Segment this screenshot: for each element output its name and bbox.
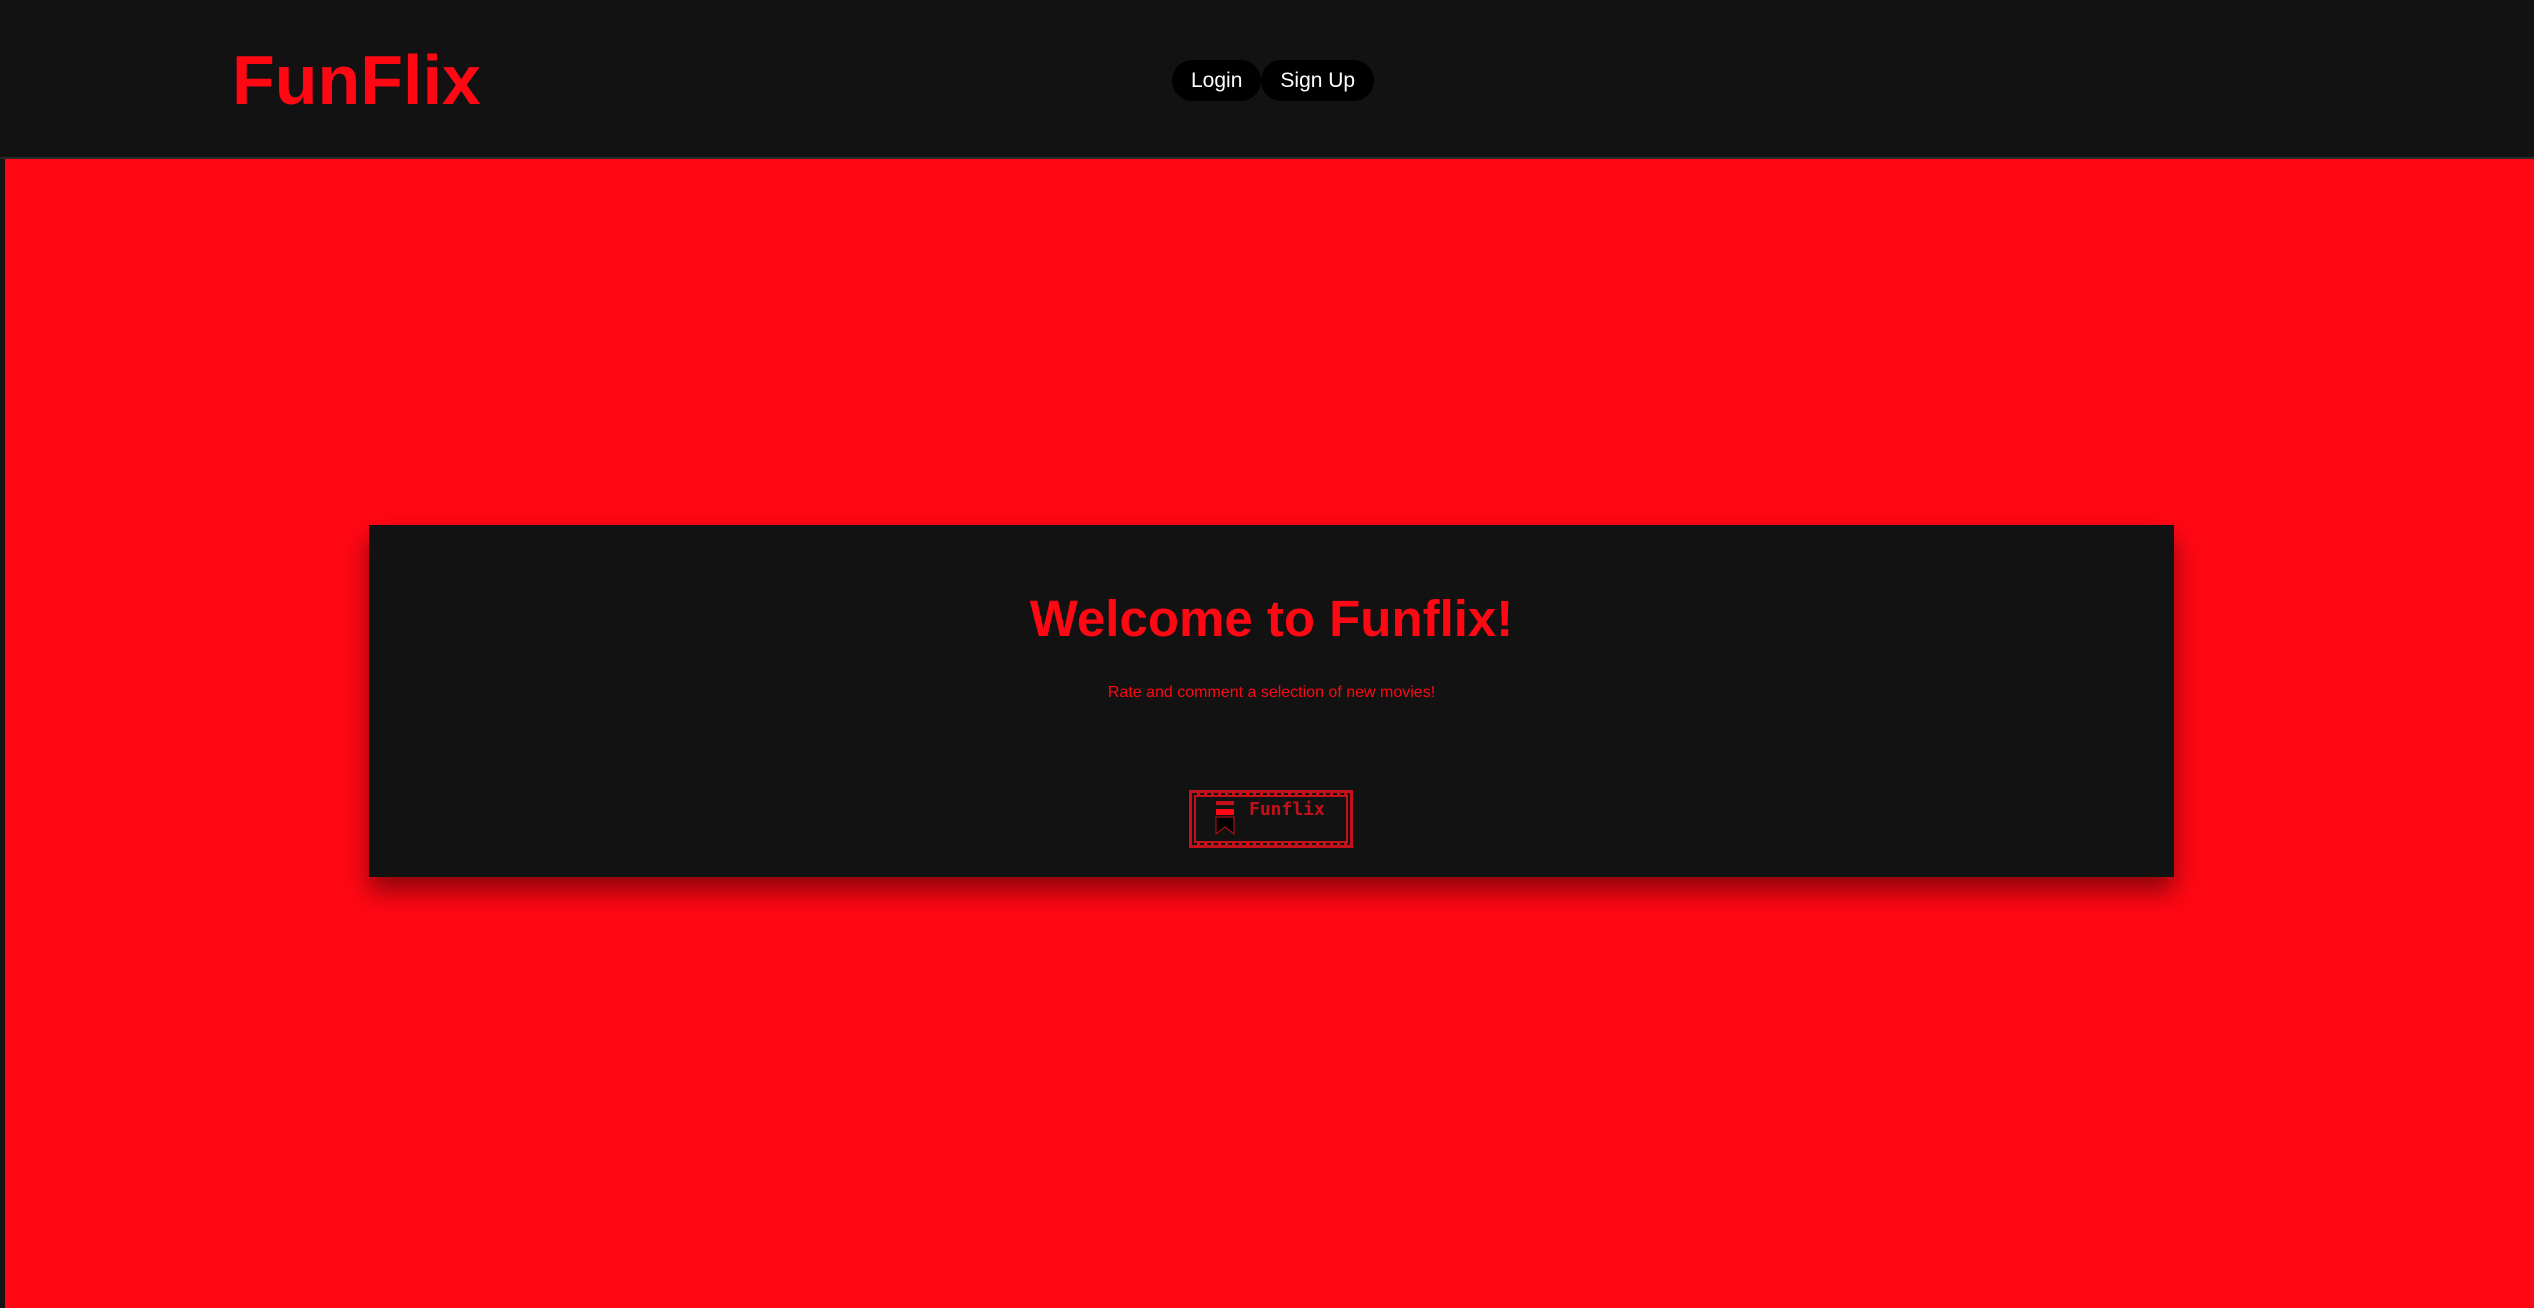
signup-button[interactable]: Sign Up <box>1261 60 1375 101</box>
logo-wordmark: Funflix <box>1249 799 1325 820</box>
welcome-subtitle: Rate and comment a selection of new movi… <box>1107 684 1436 701</box>
window-left-edge <box>0 0 5 1308</box>
brand-logo-text[interactable]: FunFlix <box>232 38 481 122</box>
welcome-title: Welcome to Funflix! <box>1029 590 1514 647</box>
top-navbar: FunFlix Login Sign Up <box>0 0 2534 159</box>
login-button[interactable]: Login <box>1172 60 1262 101</box>
auth-buttons: Login Sign Up <box>1172 60 1375 101</box>
funflix-logo-icon: Funflix <box>1189 790 1353 848</box>
welcome-card: Welcome to Funflix! Rate and comment a s… <box>369 525 2174 877</box>
